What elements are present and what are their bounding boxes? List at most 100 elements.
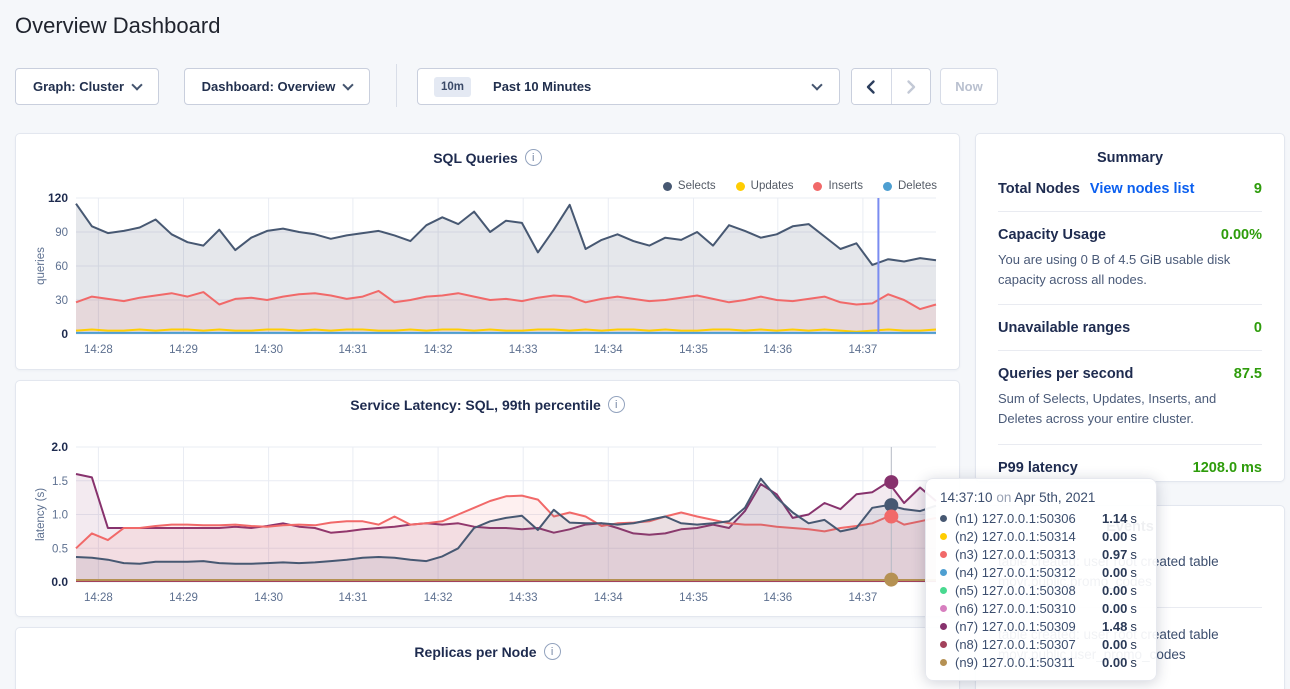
graph-dropdown-label: Graph: Cluster [33,79,124,94]
sql-queries-legend: Selects Updates Inserts Deletes [663,180,937,192]
svg-text:14:35: 14:35 [679,592,708,604]
summary-value: 87.5 [1234,366,1262,382]
legend-dot-icon [736,182,745,191]
info-icon[interactable]: i [525,149,542,166]
node-unit: s [1130,619,1137,634]
sql-queries-chart[interactable]: 030609012014:2814:2914:3014:3114:3214:33… [26,193,956,369]
svg-text:14:33: 14:33 [509,344,538,356]
tooltip-timestamp: 14:37:10 on Apr 5th, 2021 [940,490,1142,505]
node-address: (n8) 127.0.0.1:50307 [955,637,1102,652]
node-address: (n2) 127.0.0.1:50314 [955,529,1102,544]
svg-text:14:37: 14:37 [849,344,878,356]
legend-dot-icon [813,182,822,191]
node-address: (n4) 127.0.0.1:50312 [955,565,1102,580]
summary-row-queries-per-second: Queries per second 87.5 Sum of Selects, … [998,351,1262,444]
node-color-dot-icon [940,659,947,666]
summary-label: Capacity Usage [998,227,1106,243]
chevron-down-icon [131,79,142,90]
tooltip-node-row: (n6) 127.0.0.1:50310 0.00 s [940,599,1142,617]
node-value: 1.14 [1102,511,1127,526]
node-color-dot-icon [940,587,947,594]
view-nodes-list-link[interactable]: View nodes list [1090,181,1195,197]
time-next-button[interactable] [892,69,931,104]
chevron-down-icon [811,79,822,90]
node-value: 0.00 [1102,655,1127,670]
node-address: (n1) 127.0.0.1:50306 [955,511,1102,526]
summary-label: Total Nodes [998,181,1080,197]
legend-dot-icon [663,182,672,191]
node-color-dot-icon [940,605,947,612]
tooltip-node-row: (n7) 127.0.0.1:50309 1.48 s [940,617,1142,635]
svg-text:14:31: 14:31 [339,344,368,356]
node-value: 0.00 [1102,529,1127,544]
legend-item: Deletes [883,180,937,192]
node-unit: s [1130,529,1137,544]
svg-text:90: 90 [55,227,68,239]
node-unit: s [1130,637,1137,652]
service-latency-plot[interactable]: 0.00.51.01.52.014:2814:2914:3014:3114:32… [26,442,956,612]
svg-text:1.0: 1.0 [52,510,68,522]
now-button-label: Now [955,79,982,94]
node-address: (n3) 127.0.0.1:50313 [955,547,1102,562]
overview-dashboard-page: Overview Dashboard Graph: Cluster Dashbo… [0,0,1290,689]
node-unit: s [1130,583,1137,598]
time-range-label: Past 10 Minutes [493,79,591,94]
summary-value: 1208.0 ms [1193,460,1262,476]
legend-label: Updates [751,180,794,192]
svg-text:120: 120 [48,193,68,205]
info-icon[interactable]: i [608,396,625,413]
svg-text:14:34: 14:34 [594,592,623,604]
graph-dropdown[interactable]: Graph: Cluster [15,68,159,105]
toolbar-divider [396,64,397,107]
service-latency-chart[interactable]: 0.00.51.01.52.014:2814:2914:3014:3114:32… [26,442,956,617]
node-address: (n9) 127.0.0.1:50311 [955,655,1102,670]
node-unit: s [1130,547,1137,562]
time-range-dropdown[interactable]: 10m Past 10 Minutes [417,68,840,105]
time-prev-button[interactable] [852,69,892,104]
node-unit: s [1130,565,1137,580]
sql-queries-plot[interactable]: 030609012014:2814:2914:3014:3114:3214:33… [26,193,956,364]
svg-text:14:32: 14:32 [424,592,453,604]
svg-text:60: 60 [55,261,68,273]
summary-label: Unavailable ranges [998,320,1130,336]
node-unit: s [1130,655,1137,670]
time-nav-group [851,68,931,105]
node-unit: s [1130,601,1137,616]
replicas-per-node-card: Replicas per Node i [15,627,960,689]
summary-row-capacity-usage: Capacity Usage 0.00% You are using 0 B o… [998,212,1262,305]
svg-text:14:36: 14:36 [763,592,792,604]
node-color-dot-icon [940,623,947,630]
page-title: Overview Dashboard [15,13,220,39]
legend-item: Selects [663,180,716,192]
svg-text:0.0: 0.0 [51,575,68,589]
node-unit: s [1130,511,1137,526]
svg-text:0: 0 [61,327,68,341]
svg-text:14:35: 14:35 [679,344,708,356]
svg-text:14:31: 14:31 [339,592,368,604]
summary-label: P99 latency [998,460,1078,476]
sql-queries-card: SQL Queries i Selects Updates Inserts De… [15,133,960,370]
time-range-badge: 10m [434,77,471,97]
tooltip-node-row: (n1) 127.0.0.1:50306 1.14 s [940,509,1142,527]
svg-text:14:29: 14:29 [169,344,198,356]
info-icon[interactable]: i [544,643,561,660]
legend-label: Deletes [898,180,937,192]
service-latency-title-row: Service Latency: SQL, 99th percentile i [16,381,959,413]
legend-label: Selects [678,180,716,192]
svg-text:14:29: 14:29 [169,592,198,604]
node-color-dot-icon [940,569,947,576]
svg-text:14:30: 14:30 [254,344,283,356]
legend-dot-icon [883,182,892,191]
svg-text:14:32: 14:32 [424,344,453,356]
chart-hover-tooltip: 14:37:10 on Apr 5th, 2021 (n1) 127.0.0.1… [925,478,1157,681]
now-button[interactable]: Now [940,68,998,105]
node-color-dot-icon [940,533,947,540]
tooltip-node-row: (n5) 127.0.0.1:50308 0.00 s [940,581,1142,599]
dashboard-dropdown[interactable]: Dashboard: Overview [184,68,370,105]
summary-subtext: You are using 0 B of 4.5 GiB usable disk… [998,250,1262,290]
node-value: 1.48 [1102,619,1127,634]
chevron-right-icon [903,79,919,95]
node-value: 0.00 [1102,583,1127,598]
svg-text:14:30: 14:30 [254,592,283,604]
dashboard-dropdown-label: Dashboard: Overview [202,79,336,94]
